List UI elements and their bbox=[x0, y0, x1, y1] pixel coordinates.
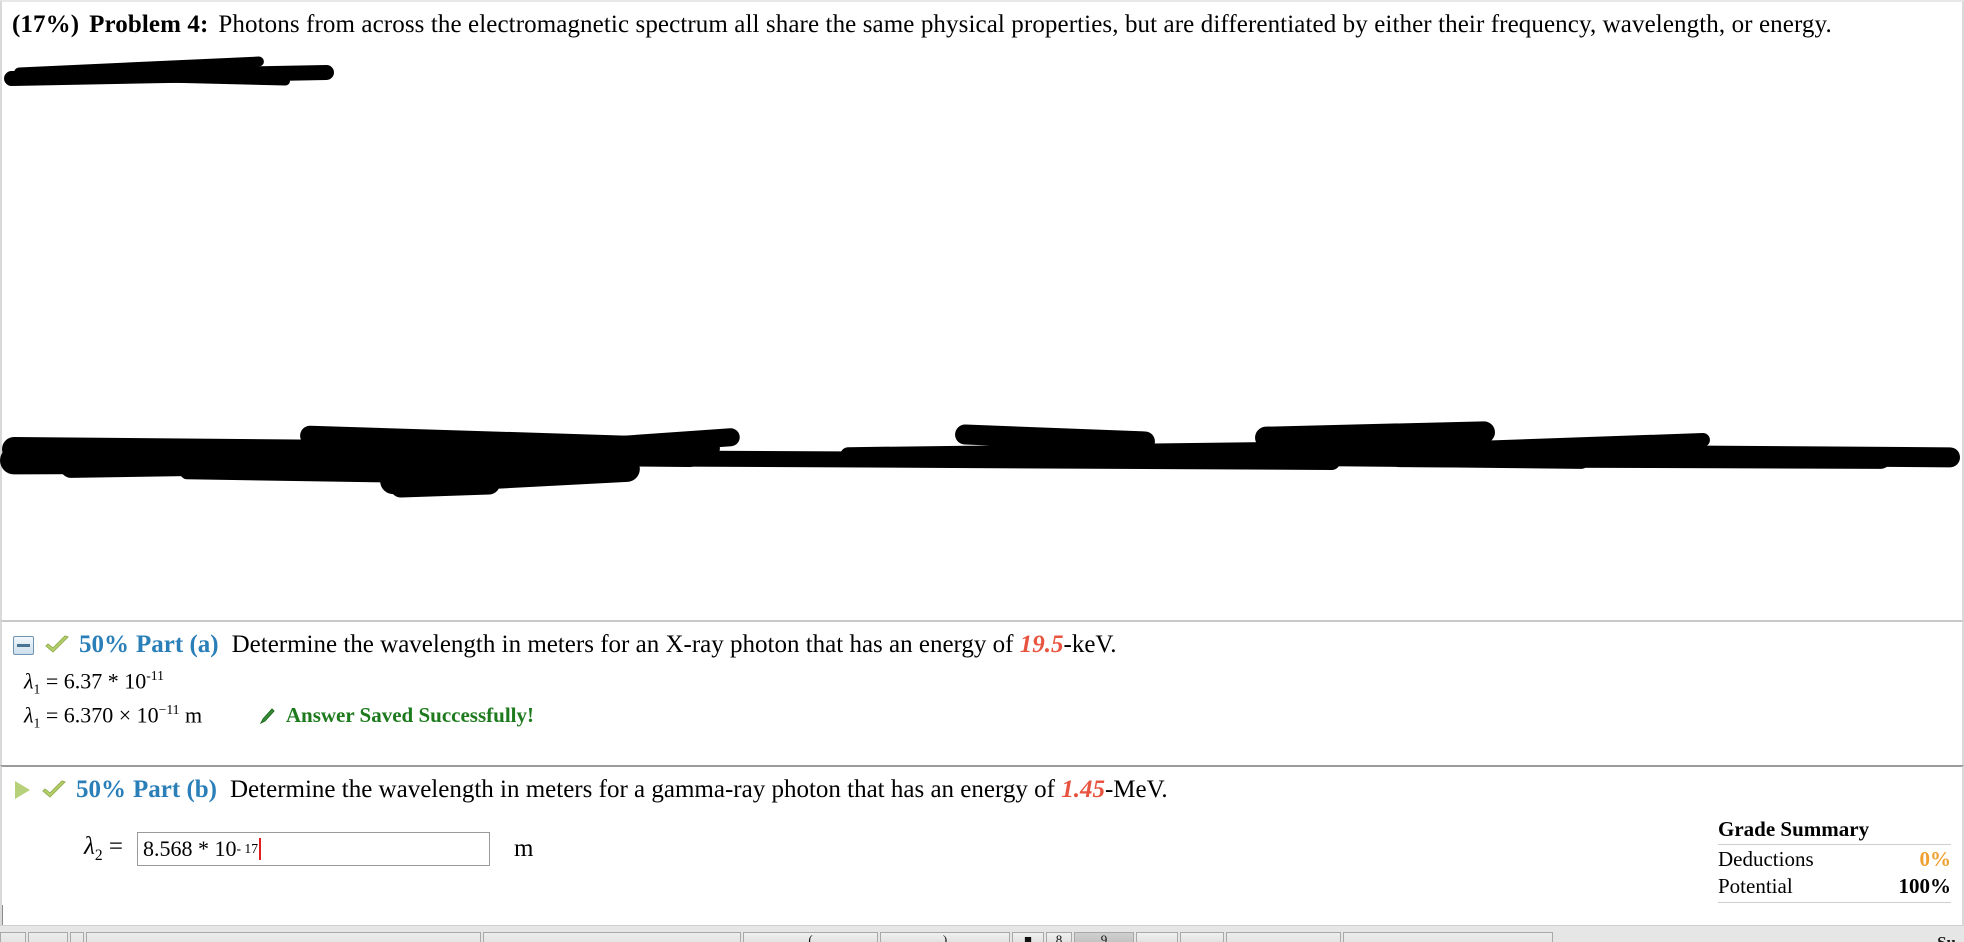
lambda-symbol: λ bbox=[24, 668, 34, 694]
keypad-key[interactable]: ( bbox=[743, 932, 878, 942]
part-a-entered-expression: = 6.37 * 10 bbox=[45, 668, 147, 694]
answer-saved-text: Answer Saved Successfully! bbox=[285, 703, 534, 728]
deductions-value: 0% bbox=[1919, 847, 1952, 871]
answer-input-mantissa: 8.568 * 10 bbox=[142, 836, 237, 861]
grade-summary-panel: Grade Summary Deductions 0% Potential 10… bbox=[1718, 817, 1951, 903]
part-b-highlight-value: 1.45 bbox=[1061, 776, 1105, 803]
part-a-header: 50% Part (a) Determine the wavelength in… bbox=[2, 622, 1962, 659]
part-b-answer-label: λ2 = bbox=[84, 833, 123, 865]
keypad-key-selected[interactable]: 9 bbox=[1074, 932, 1134, 942]
part-b-unit-label: m bbox=[513, 835, 534, 862]
part-b-answer-row: λ2 = 8.568 * 10- 17 m bbox=[2, 832, 1962, 866]
potential-label: Potential bbox=[1718, 874, 1793, 898]
collapse-box-icon[interactable] bbox=[13, 635, 34, 655]
lambda-symbol: λ bbox=[84, 833, 95, 860]
keypad-key[interactable]: ) bbox=[880, 932, 1010, 942]
part-a-saved-exponent: −11 bbox=[158, 701, 180, 717]
part-a-block: 50% Part (a) Determine the wavelength in… bbox=[0, 620, 1964, 765]
part-a-saved-answer-row: λ1 = 6.370 × 10−11 m Answer Saved Succes… bbox=[2, 702, 1962, 732]
keypad-key[interactable] bbox=[1226, 932, 1341, 942]
part-a-prompt-before: Determine the wavelength in meters for a… bbox=[231, 631, 1020, 658]
potential-value: 100% bbox=[1898, 874, 1952, 898]
keypad-key-wide[interactable] bbox=[483, 932, 741, 942]
keypad-key-wide[interactable] bbox=[86, 932, 481, 942]
part-b-prompt: Determine the wavelength in meters for a… bbox=[230, 776, 1168, 804]
keypad-key[interactable] bbox=[1180, 932, 1224, 942]
equals-sign: = bbox=[108, 833, 123, 860]
play-triangle-icon[interactable] bbox=[15, 781, 30, 799]
grade-summary-row-deductions: Deductions 0% bbox=[1718, 845, 1951, 872]
pencil-icon bbox=[259, 703, 280, 727]
part-b-block: 50% Part (b) Determine the wavelength in… bbox=[0, 765, 1964, 925]
part-b-percent: 50% bbox=[76, 776, 126, 803]
panel-divider bbox=[2, 905, 3, 925]
problem-percent: (17%) bbox=[12, 11, 80, 38]
part-b-answer-input[interactable]: 8.568 * 10- 17 bbox=[136, 832, 490, 866]
keypad-key[interactable] bbox=[1136, 932, 1178, 942]
problem-label: Problem 4: bbox=[89, 11, 209, 38]
part-a-percent: 50% bbox=[79, 631, 129, 658]
part-b-prompt-after: -MeV. bbox=[1104, 776, 1168, 803]
answer-saved-status: Answer Saved Successfully! bbox=[259, 703, 534, 728]
part-a-entered-exponent: -11 bbox=[146, 668, 164, 683]
green-check-icon bbox=[44, 635, 70, 655]
part-a-saved-unit: m bbox=[184, 702, 203, 728]
keypad-key[interactable] bbox=[0, 932, 26, 942]
assignment-page: (17%) Problem 4: Photons from across the e… bbox=[0, 0, 1964, 942]
part-a-saved-expression: = 6.370 × 10 bbox=[45, 702, 159, 728]
part-b-name: Part (b) bbox=[133, 776, 217, 803]
part-a-entered-answer: λ1 = 6.37 * 10-11 bbox=[2, 668, 1962, 698]
keypad-key[interactable] bbox=[1343, 932, 1553, 942]
deductions-label: Deductions bbox=[1718, 847, 1814, 871]
lambda-subscript: 1 bbox=[33, 681, 41, 697]
keypad-row: ( ) ■ 8 9 bbox=[0, 932, 1555, 942]
problem-statement-block: (17%) Problem 4: Photons from across the e… bbox=[0, 0, 1964, 620]
grade-summary-row-potential: Potential 100% bbox=[1718, 872, 1951, 903]
bottom-keypad-toolbar: ( ) ■ 8 9 Su bbox=[0, 925, 1964, 942]
grade-summary-title: Grade Summary bbox=[1718, 817, 1951, 845]
answer-input-exponent: - 17 bbox=[236, 841, 259, 856]
keypad-key[interactable]: ■ bbox=[1012, 932, 1044, 942]
part-a-name: Part (a) bbox=[136, 631, 219, 658]
part-b-prompt-before: Determine the wavelength in meters for a… bbox=[230, 776, 1062, 803]
part-a-prompt-after: -keV. bbox=[1063, 631, 1117, 658]
part-a-highlight-value: 19.5 bbox=[1019, 631, 1064, 658]
submit-button-label[interactable]: Su bbox=[1937, 933, 1956, 942]
problem-body: Photons from across the electromagnetic … bbox=[218, 11, 1832, 38]
lambda-subscript: 1 bbox=[33, 715, 41, 731]
text-caret bbox=[259, 838, 262, 860]
green-check-icon bbox=[41, 780, 67, 800]
keypad-key[interactable]: 8 bbox=[1046, 932, 1072, 942]
keypad-key[interactable] bbox=[70, 932, 84, 942]
keypad-key[interactable] bbox=[28, 932, 68, 942]
lambda-subscript: 2 bbox=[94, 847, 103, 864]
lambda-symbol: λ bbox=[24, 702, 34, 728]
problem-statement-text: (17%) Problem 4: Photons from across the e… bbox=[12, 9, 1948, 41]
part-b-header: 50% Part (b) Determine the wavelength in… bbox=[2, 767, 1962, 804]
part-a-prompt: Determine the wavelength in meters for a… bbox=[232, 631, 1117, 659]
